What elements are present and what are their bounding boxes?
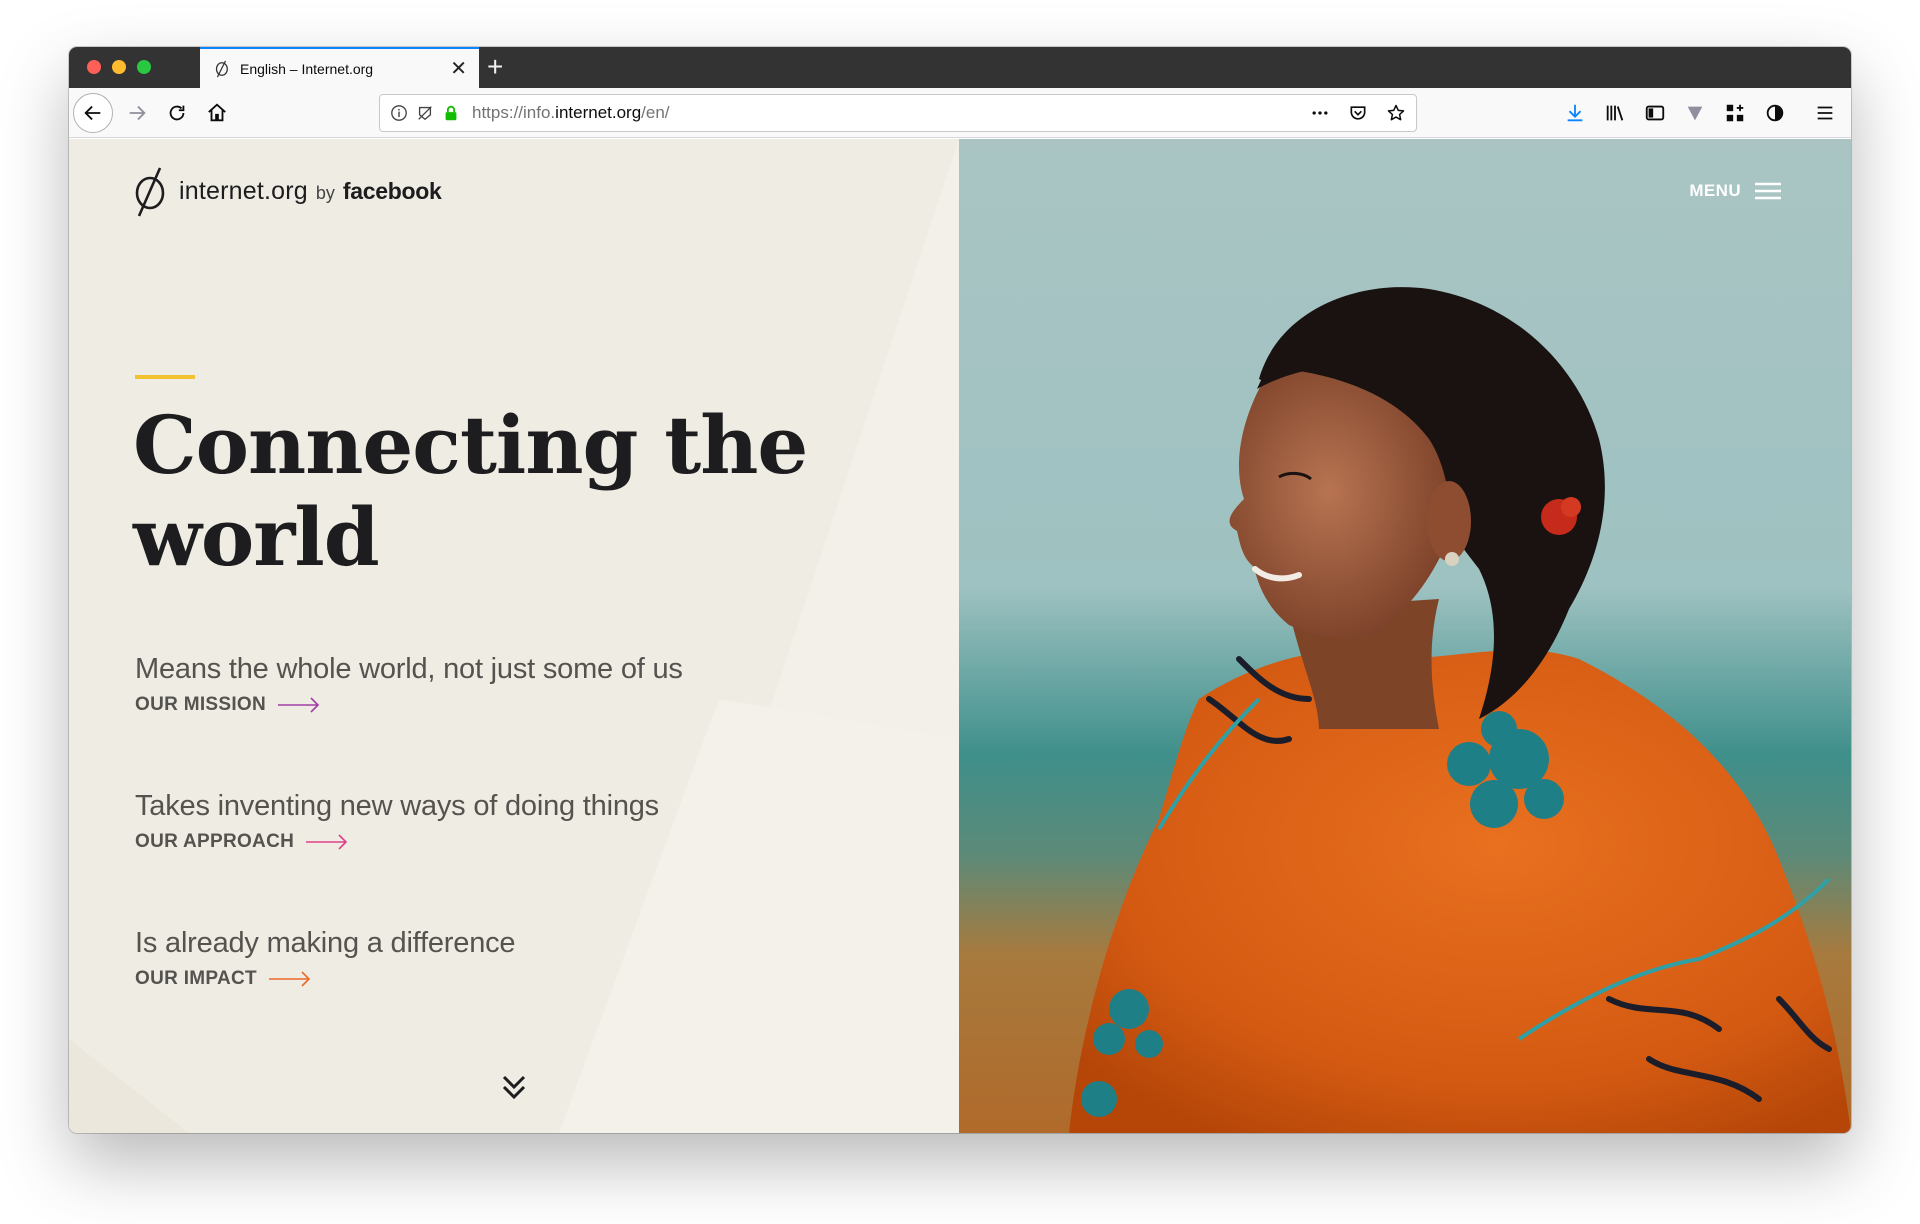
sidebar-button[interactable]	[1635, 95, 1675, 131]
close-window-button[interactable]	[87, 60, 101, 74]
home-button[interactable]	[199, 95, 235, 131]
tab-active[interactable]: English – Internet.org ✕	[200, 47, 479, 88]
internet-org-favicon-icon	[215, 60, 228, 77]
section-description: Means the whole world, not just some of …	[135, 653, 683, 685]
reload-icon	[169, 105, 185, 121]
url-actions	[1310, 103, 1406, 123]
menu-label: MENU	[1689, 181, 1741, 200]
hero-text-panel: internet.org by facebook Connecting the …	[69, 139, 959, 1133]
tab-strip: English – Internet.org ✕ +	[69, 47, 1851, 88]
shield-extension-icon	[1766, 104, 1784, 122]
hero-photo	[959, 139, 1851, 1133]
v-extension-icon	[1687, 106, 1703, 121]
pocket-icon[interactable]	[1348, 103, 1368, 123]
our-approach-link[interactable]: OUR APPROACH	[135, 831, 659, 853]
browser-window: English – Internet.org ✕ + https://info.…	[69, 47, 1851, 1133]
tab-title: English – Internet.org	[240, 60, 374, 77]
sidebar-icon	[1645, 105, 1665, 121]
section-description: Takes inventing new ways of doing things	[135, 790, 659, 822]
link-label: OUR IMPACT	[135, 968, 257, 989]
url-bar[interactable]: https://info.internet.org/en/	[379, 94, 1417, 132]
home-icon	[208, 103, 226, 122]
info-icon[interactable]	[390, 104, 408, 122]
tab-close-icon[interactable]: ✕	[450, 59, 467, 79]
downloads-button[interactable]	[1555, 95, 1595, 131]
window-controls	[87, 60, 151, 74]
hamburger-menu-icon	[1755, 182, 1781, 200]
new-tab-button[interactable]: +	[487, 51, 503, 83]
arrow-right-icon	[268, 971, 311, 987]
app-menu-button[interactable]	[1805, 95, 1845, 131]
arrow-right-icon	[278, 697, 320, 713]
bookmark-star-icon[interactable]	[1386, 103, 1406, 123]
link-label: OUR MISSION	[135, 694, 267, 715]
grid-extension-icon	[1726, 104, 1744, 122]
section-mission: Means the whole world, not just some of …	[135, 653, 683, 716]
minimize-window-button[interactable]	[112, 60, 126, 74]
our-impact-link[interactable]: OUR IMPACT	[135, 968, 515, 990]
accent-bar	[135, 375, 195, 379]
extension-grid-button[interactable]	[1715, 95, 1755, 131]
page-actions-more-icon[interactable]	[1310, 103, 1330, 123]
extension-vivaldi-button[interactable]	[1675, 95, 1715, 131]
logo-name: internet.org	[179, 176, 308, 205]
site-menu-button[interactable]: MENU	[1689, 181, 1781, 201]
back-arrow-icon	[84, 105, 101, 121]
page-title: Connecting the world	[133, 398, 808, 584]
section-description: Is already making a difference	[135, 927, 516, 959]
library-button[interactable]	[1595, 95, 1635, 131]
toolbar-right	[1555, 88, 1851, 138]
zoom-window-button[interactable]	[137, 60, 151, 74]
site-logo[interactable]: internet.org by facebook	[129, 163, 442, 219]
hero-image-panel: MENU	[959, 139, 1851, 1133]
scroll-down-button[interactable]	[497, 1071, 531, 1105]
logo-brand: facebook	[342, 177, 442, 204]
forward-arrow-icon	[129, 105, 146, 121]
our-mission-link[interactable]: OUR MISSION	[135, 694, 683, 716]
extension-shield-button[interactable]	[1755, 95, 1795, 131]
link-label: OUR APPROACH	[135, 831, 295, 852]
url-text[interactable]: https://info.internet.org/en/	[472, 103, 1310, 123]
forward-button[interactable]	[119, 95, 155, 131]
section-impact: Is already making a difference OUR IMPAC…	[135, 927, 516, 990]
navigation-toolbar: https://info.internet.org/en/	[69, 88, 1851, 138]
download-icon	[1567, 104, 1583, 122]
arrow-right-icon	[306, 834, 348, 850]
library-icon	[1606, 105, 1624, 121]
hamburger-menu-icon	[1817, 106, 1833, 120]
secure-lock-icon[interactable]	[442, 104, 460, 122]
page-viewport: internet.org by facebook Connecting the …	[69, 139, 1851, 1133]
section-approach: Takes inventing new ways of doing things…	[135, 790, 659, 853]
double-chevron-down-icon	[502, 1075, 526, 1100]
tracking-protection-icon[interactable]	[416, 104, 434, 122]
back-button[interactable]	[73, 93, 113, 133]
logo-by: by	[315, 182, 335, 203]
reload-button[interactable]	[159, 95, 195, 131]
internet-org-logo-icon	[135, 167, 165, 217]
